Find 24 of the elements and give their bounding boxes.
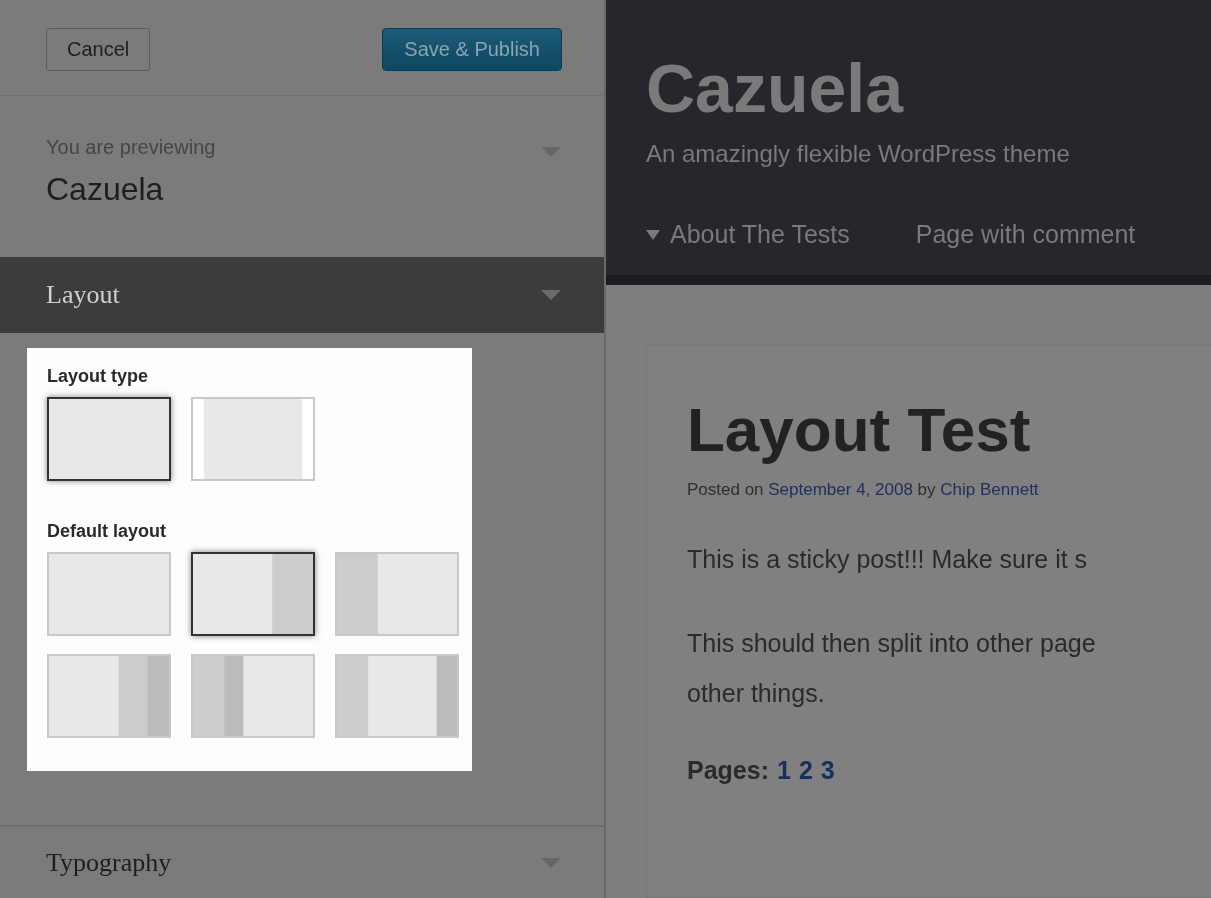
layout-option[interactable] [191, 552, 315, 636]
meta-link[interactable]: Chip Bennett [940, 480, 1039, 500]
caret-icon[interactable] [540, 289, 562, 301]
menu-item[interactable]: Page with comment [915, 220, 1136, 249]
section-header[interactable]: Layout [0, 257, 604, 333]
page-link[interactable]: 2 [798, 756, 813, 786]
pages-label: Pages: [687, 756, 769, 786]
post-paragraph: This is a sticky post!!! Make sure it s [687, 544, 1089, 576]
save-publish-button[interactable]: Save & Publish [382, 27, 562, 71]
group-title: Layout type [47, 366, 148, 387]
cancel-button[interactable]: Cancel [46, 27, 151, 71]
post-paragraph: This should then split into other page other things. [687, 628, 1097, 710]
group-title: Default layout [47, 521, 166, 542]
page-link[interactable]: 3 [820, 756, 835, 786]
caret-icon [646, 229, 660, 240]
page-link[interactable]: 1 [777, 756, 791, 786]
theme-name: Cazuela [46, 171, 165, 208]
post-title: Layout Test [687, 396, 1031, 465]
meta-link[interactable]: September 4, 2008 [768, 480, 913, 500]
menu-item[interactable]: About The Tests [646, 220, 850, 249]
site-title[interactable]: Cazuela [646, 54, 903, 122]
post-meta: Posted on September 4, 2008 by Chip Bennett [687, 480, 1040, 501]
site-tagline: An amazingly flexible WordPress theme [646, 140, 1070, 168]
layout-option[interactable] [47, 397, 171, 481]
